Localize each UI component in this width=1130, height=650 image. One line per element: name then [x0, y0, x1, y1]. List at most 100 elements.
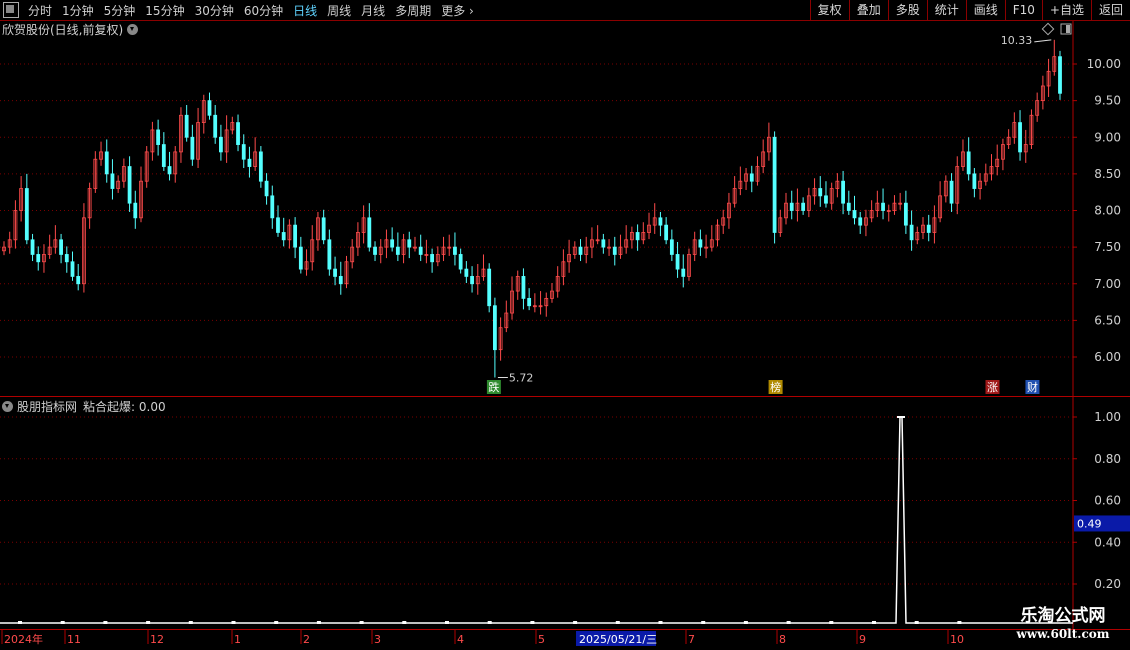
indicator-value: 粘合起爆: 0.00 [83, 400, 166, 414]
kline-chart[interactable]: 6.00 6.50 7.00 7.50 8.00 8.50 9.00 9.50 10.00 10.… [0, 21, 1130, 397]
period-tab-1[interactable]: 1分钟 [57, 2, 99, 19]
value-tick-label: 0.60 [1094, 494, 1121, 508]
toolbar-buttons: 复权 叠加 多股 统计 画线 F10 +自选 返回 [809, 0, 1130, 20]
date-label: 2 [303, 633, 310, 646]
candle-body [167, 166, 172, 175]
price-tick-label: 6.50 [1094, 313, 1121, 327]
period-tab-2[interactable]: 5分钟 [99, 2, 141, 19]
candle-body [772, 136, 777, 233]
candle-body [789, 202, 794, 211]
date-label: 8 [779, 633, 786, 646]
price-tick-label: 7.00 [1094, 277, 1121, 291]
value-tick-label: 0.80 [1094, 452, 1121, 466]
candle-body [270, 195, 275, 219]
event-marker-text: 榜 [770, 380, 781, 394]
baseline-marker [957, 621, 962, 624]
date-label: 2024年 [4, 632, 43, 646]
period-tab-4[interactable]: 30分钟 [190, 2, 239, 19]
indicator-chart[interactable]: 0.20 0.40 0.60 0.80 1.00 0.49 [0, 397, 1130, 630]
candle-body [492, 305, 497, 351]
panel-toggle-fill [1066, 25, 1070, 33]
event-marker-2[interactable]: 涨 [985, 380, 1000, 394]
candle-body [219, 136, 223, 153]
toolbar-button-6[interactable]: +自选 [1041, 0, 1091, 20]
indicator-panel-title: 股朋指标网 粘合起爆: 0.00 [2, 398, 166, 415]
toolbar-button-3[interactable]: 统计 [926, 0, 966, 20]
date-label: 11 [67, 633, 81, 646]
event-marker-3[interactable]: 财 [1025, 380, 1040, 394]
max-price-arrow [1034, 39, 1052, 43]
candle-body [258, 151, 263, 182]
candle-body [949, 180, 954, 204]
candle-body [64, 254, 69, 263]
baseline-marker [18, 621, 22, 624]
candle-body [236, 122, 240, 145]
watermark: 乐淘公式网 www.60lt.com [1000, 606, 1126, 642]
baseline-marker [146, 621, 151, 624]
baseline-marker [231, 621, 236, 624]
period-tab-6[interactable]: 日线 [288, 2, 322, 19]
window-icon[interactable] [3, 2, 19, 18]
candle-body [418, 246, 423, 255]
candle-body [698, 239, 703, 248]
price-tick-label: 8.50 [1094, 167, 1121, 181]
candle-body [327, 239, 332, 270]
price-tick-label: 9.50 [1094, 94, 1121, 108]
period-tab-10[interactable]: 更多 › [436, 2, 479, 19]
candle-body [213, 114, 218, 138]
toolbar-button-4[interactable]: 画线 [965, 0, 1005, 20]
value-tick-label: 0.20 [1094, 577, 1121, 591]
baseline-marker [743, 621, 748, 624]
candle-body [70, 261, 75, 277]
baseline-marker [573, 621, 578, 624]
baseline-marker [701, 621, 706, 624]
candle-body [664, 224, 669, 241]
toolbar-button-1[interactable]: 叠加 [848, 0, 888, 20]
candle-body [487, 268, 492, 307]
candle-body [909, 224, 914, 241]
dropdown-icon[interactable] [127, 24, 139, 35]
candle-body [30, 239, 35, 255]
toolbar-button-0[interactable]: 复权 [809, 0, 849, 20]
baseline-marker [359, 621, 364, 624]
candle-body [241, 144, 246, 160]
period-tab-3[interactable]: 15分钟 [140, 2, 189, 19]
period-tab-7[interactable]: 周线 [322, 2, 356, 19]
toolbar-button-2[interactable]: 多股 [887, 0, 927, 20]
baseline-marker [274, 621, 279, 624]
candle-body [276, 217, 280, 233]
price-tick-label: 8.00 [1094, 204, 1121, 218]
min-price-label: 5.72 [509, 372, 534, 385]
candle-body [373, 246, 377, 255]
candle-body [824, 195, 828, 204]
period-tab-0[interactable]: 分时 [23, 2, 57, 19]
baseline-marker [188, 621, 193, 624]
period-tab-9[interactable]: 多周期 [390, 2, 436, 19]
event-marker-text: 涨 [987, 381, 998, 394]
dropdown-icon[interactable] [2, 401, 13, 412]
toolbar-button-7[interactable]: 返回 [1090, 0, 1130, 20]
baseline-marker [786, 621, 791, 624]
baseline-marker [914, 621, 919, 624]
candle-body [127, 166, 132, 204]
candle-body [367, 217, 372, 248]
date-label: 4 [457, 633, 464, 646]
candle-body [161, 144, 166, 167]
candle-body [190, 136, 195, 160]
toolbar-button-5[interactable]: F10 [1004, 0, 1042, 20]
diamond-icon[interactable] [1041, 22, 1055, 36]
period-tabs: 分时 1分钟 5分钟 15分钟 30分钟 60分钟 日线 周线 月线 多周期 更多 › [0, 0, 479, 20]
date-label: 5 [538, 633, 545, 646]
event-marker-1[interactable]: 榜 [768, 380, 783, 394]
event-marker-0[interactable]: 跌 [486, 380, 501, 394]
candle-body [184, 114, 189, 138]
date-label: 7 [688, 633, 695, 646]
candle-body [903, 202, 908, 226]
candle-body [390, 239, 395, 248]
period-tab-8[interactable]: 月线 [356, 2, 390, 19]
candle-body [453, 246, 457, 255]
period-tab-5[interactable]: 60分钟 [239, 2, 288, 19]
price-tick-label: 7.50 [1094, 240, 1121, 254]
date-label: 12 [150, 633, 164, 646]
candle-body [281, 232, 286, 241]
